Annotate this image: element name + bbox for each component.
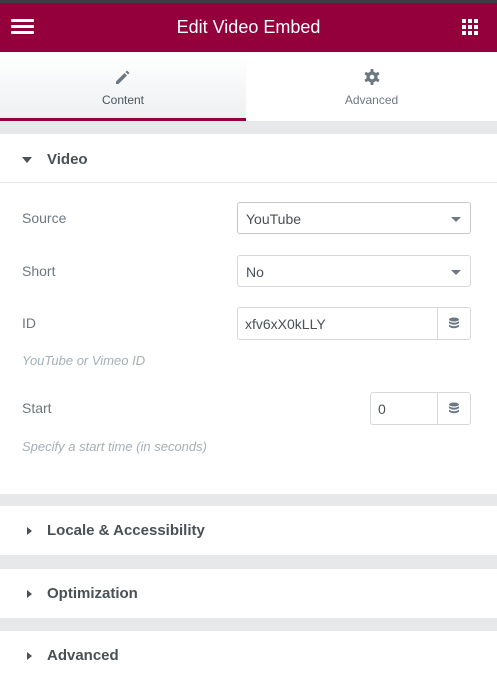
source-label: Source xyxy=(22,210,67,226)
id-field xyxy=(237,307,471,340)
start-description: Specify a start time (in seconds) xyxy=(22,439,207,454)
advanced-title: Advanced xyxy=(47,647,119,664)
caret-right-icon xyxy=(27,590,32,598)
chevron-down-icon xyxy=(451,217,461,222)
advanced-header[interactable]: Advanced xyxy=(0,631,497,681)
short-value: No xyxy=(246,264,264,280)
editor-header: Edit Video Embed xyxy=(0,0,497,52)
dynamic-tags-button[interactable] xyxy=(437,393,470,424)
pencil-icon xyxy=(116,70,130,84)
editor-tabs: Content Advanced xyxy=(0,52,497,121)
locale-accessibility-title: Locale & Accessibility xyxy=(47,522,205,539)
advanced-section: Advanced xyxy=(0,631,497,681)
id-input[interactable] xyxy=(238,308,437,339)
panel-title: Edit Video Embed xyxy=(176,17,321,37)
grid-icon[interactable] xyxy=(462,19,479,36)
id-description: YouTube or Vimeo ID xyxy=(22,353,146,368)
caret-down-icon xyxy=(22,157,32,163)
tab-content[interactable]: Content xyxy=(0,52,246,121)
video-section-title: Video xyxy=(47,151,88,168)
section-divider xyxy=(0,182,497,183)
start-field xyxy=(370,392,471,425)
optimization-section: Optimization xyxy=(0,569,497,618)
short-select[interactable]: No xyxy=(237,255,471,287)
video-section: Video Source YouTube Short No ID YouTube… xyxy=(0,134,497,494)
tab-content-label: Content xyxy=(101,93,145,107)
tab-advanced[interactable]: Advanced xyxy=(246,52,497,121)
gear-icon xyxy=(364,69,379,85)
caret-right-icon xyxy=(27,527,32,535)
database-icon xyxy=(449,317,459,329)
id-label: ID xyxy=(22,315,36,331)
video-section-header[interactable]: Video xyxy=(0,134,497,184)
optimization-header[interactable]: Optimization xyxy=(0,569,497,618)
dynamic-tags-button[interactable] xyxy=(437,308,470,339)
locale-accessibility-header[interactable]: Locale & Accessibility xyxy=(0,506,497,555)
tab-advanced-label: Advanced xyxy=(344,93,399,107)
source-value: YouTube xyxy=(246,211,302,227)
database-icon xyxy=(449,402,459,414)
optimization-title: Optimization xyxy=(47,585,138,602)
start-input[interactable] xyxy=(371,393,437,424)
caret-right-icon xyxy=(27,652,32,660)
source-select[interactable]: YouTube xyxy=(237,202,471,234)
short-label: Short xyxy=(22,263,56,279)
start-label: Start xyxy=(22,400,52,416)
locale-accessibility-section: Locale & Accessibility xyxy=(0,506,497,555)
chevron-down-icon xyxy=(451,270,461,275)
